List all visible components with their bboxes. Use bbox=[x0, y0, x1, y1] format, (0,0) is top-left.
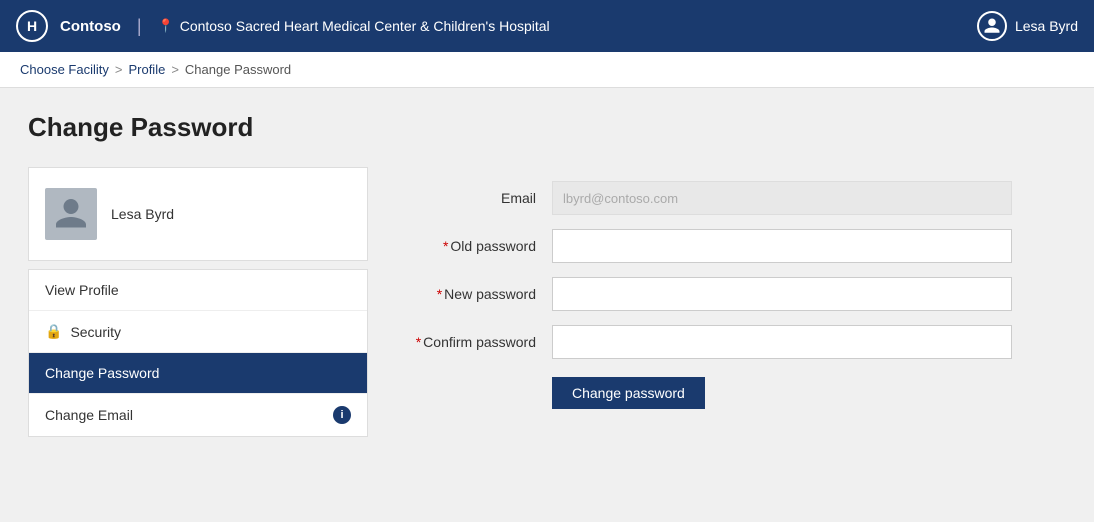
person-icon bbox=[983, 17, 1001, 35]
header-divider: | bbox=[137, 16, 142, 37]
profile-card: Lesa Byrd bbox=[28, 167, 368, 261]
header-right: Lesa Byrd bbox=[977, 11, 1078, 41]
email-field-cell bbox=[552, 181, 1012, 215]
header-left: H Contoso | 📍 Contoso Sacred Heart Medic… bbox=[16, 10, 550, 42]
email-label: Email bbox=[392, 181, 552, 215]
new-password-field[interactable] bbox=[552, 277, 1012, 311]
required-star-new: * bbox=[437, 286, 442, 302]
profile-name: Lesa Byrd bbox=[111, 206, 174, 222]
facility-name: Contoso Sacred Heart Medical Center & Ch… bbox=[180, 18, 550, 34]
sidebar-security-header: 🔒 Security bbox=[29, 311, 367, 353]
avatar bbox=[45, 188, 97, 240]
confirm-password-label: *Confirm password bbox=[392, 325, 552, 359]
confirm-password-row: *Confirm password bbox=[392, 325, 1012, 359]
breadcrumb: Choose Facility > Profile > Change Passw… bbox=[0, 52, 1094, 88]
breadcrumb-sep-1: > bbox=[115, 62, 123, 77]
new-password-label: *New password bbox=[392, 277, 552, 311]
header-facility: 📍 Contoso Sacred Heart Medical Center & … bbox=[158, 18, 550, 34]
old-password-field-cell bbox=[552, 229, 1012, 263]
user-avatar-icon bbox=[977, 11, 1007, 41]
page-title: Change Password bbox=[28, 112, 1066, 143]
old-password-row: *Old password bbox=[392, 229, 1012, 263]
confirm-password-field-cell bbox=[552, 325, 1012, 359]
breadcrumb-current: Change Password bbox=[185, 62, 291, 77]
content-area: Lesa Byrd View Profile 🔒 Security Change… bbox=[28, 167, 1066, 437]
new-password-field-cell bbox=[552, 277, 1012, 311]
header-logo: H bbox=[16, 10, 48, 42]
old-password-field[interactable] bbox=[552, 229, 1012, 263]
sidebar-item-change-email[interactable]: Change Email i bbox=[29, 394, 367, 436]
header-brand: Contoso bbox=[60, 18, 121, 35]
submit-row: Change password bbox=[392, 373, 1012, 409]
old-password-label: *Old password bbox=[392, 229, 552, 263]
avatar-icon bbox=[53, 196, 89, 232]
email-field[interactable] bbox=[552, 181, 1012, 215]
lock-icon: 🔒 bbox=[45, 323, 62, 340]
info-icon: i bbox=[333, 406, 351, 424]
breadcrumb-choose-facility[interactable]: Choose Facility bbox=[20, 62, 109, 77]
new-password-row: *New password bbox=[392, 277, 1012, 311]
confirm-password-field[interactable] bbox=[552, 325, 1012, 359]
breadcrumb-profile[interactable]: Profile bbox=[128, 62, 165, 77]
required-star-confirm: * bbox=[416, 334, 421, 350]
app-header: H Contoso | 📍 Contoso Sacred Heart Medic… bbox=[0, 0, 1094, 52]
main-content: Change Password Lesa Byrd View Profile 🔒 bbox=[0, 88, 1094, 461]
form-area: Email *Old password *New password bbox=[392, 167, 1012, 423]
sidebar-menu: View Profile 🔒 Security Change Password … bbox=[28, 269, 368, 437]
sidebar: Lesa Byrd View Profile 🔒 Security Change… bbox=[28, 167, 368, 437]
sidebar-item-view-profile[interactable]: View Profile bbox=[29, 270, 367, 311]
sidebar-item-change-password[interactable]: Change Password bbox=[29, 353, 367, 394]
email-row: Email bbox=[392, 181, 1012, 215]
location-icon: 📍 bbox=[158, 18, 174, 34]
header-username: Lesa Byrd bbox=[1015, 18, 1078, 34]
change-password-button[interactable]: Change password bbox=[552, 377, 705, 409]
required-star-old: * bbox=[443, 238, 448, 254]
change-password-form: Email *Old password *New password bbox=[392, 167, 1012, 423]
breadcrumb-sep-2: > bbox=[171, 62, 179, 77]
